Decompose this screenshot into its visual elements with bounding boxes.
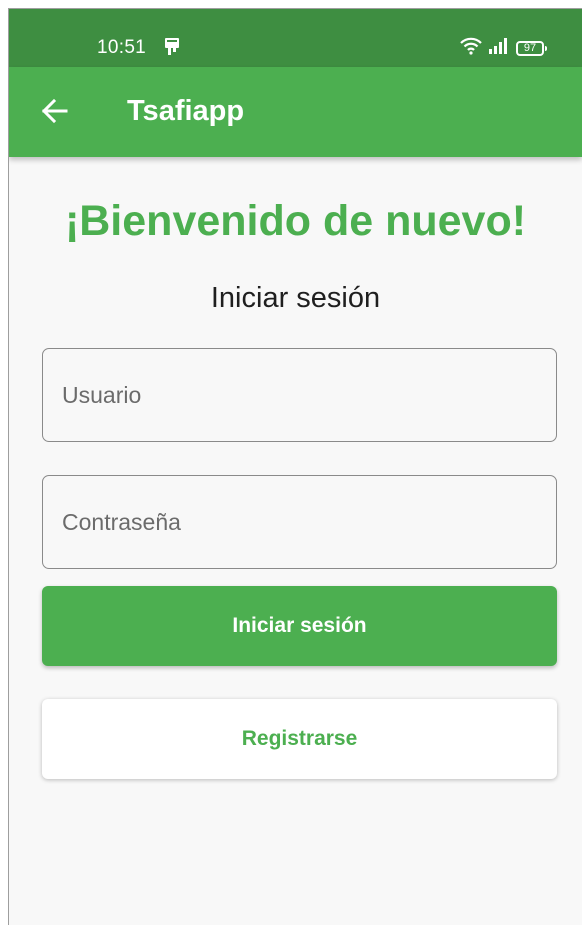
password-input[interactable] xyxy=(42,475,557,569)
status-icons: 97 xyxy=(460,37,547,60)
welcome-heading: ¡Bienvenido de nuevo! xyxy=(64,197,527,245)
arrow-left-icon xyxy=(39,96,69,131)
app-screen: 10:51 97 Tsafiapp ¡Bienvenido de nuevo! … xyxy=(8,8,582,925)
app-title: Tsafiapp xyxy=(127,95,245,127)
notification-icon xyxy=(163,37,181,57)
login-button[interactable]: Iniciar sesión xyxy=(42,586,557,666)
login-subtitle: Iniciar sesión xyxy=(210,282,381,314)
signal-icon xyxy=(488,38,510,59)
app-bar: Tsafiapp xyxy=(9,67,582,157)
battery-icon: 97 xyxy=(516,41,547,56)
back-button[interactable] xyxy=(37,96,71,130)
username-input[interactable] xyxy=(42,348,557,442)
register-button[interactable]: Registrarse xyxy=(42,699,557,779)
wifi-icon xyxy=(460,37,482,60)
status-time: 10:51 xyxy=(97,37,147,58)
status-bar: 10:51 97 xyxy=(9,9,582,67)
